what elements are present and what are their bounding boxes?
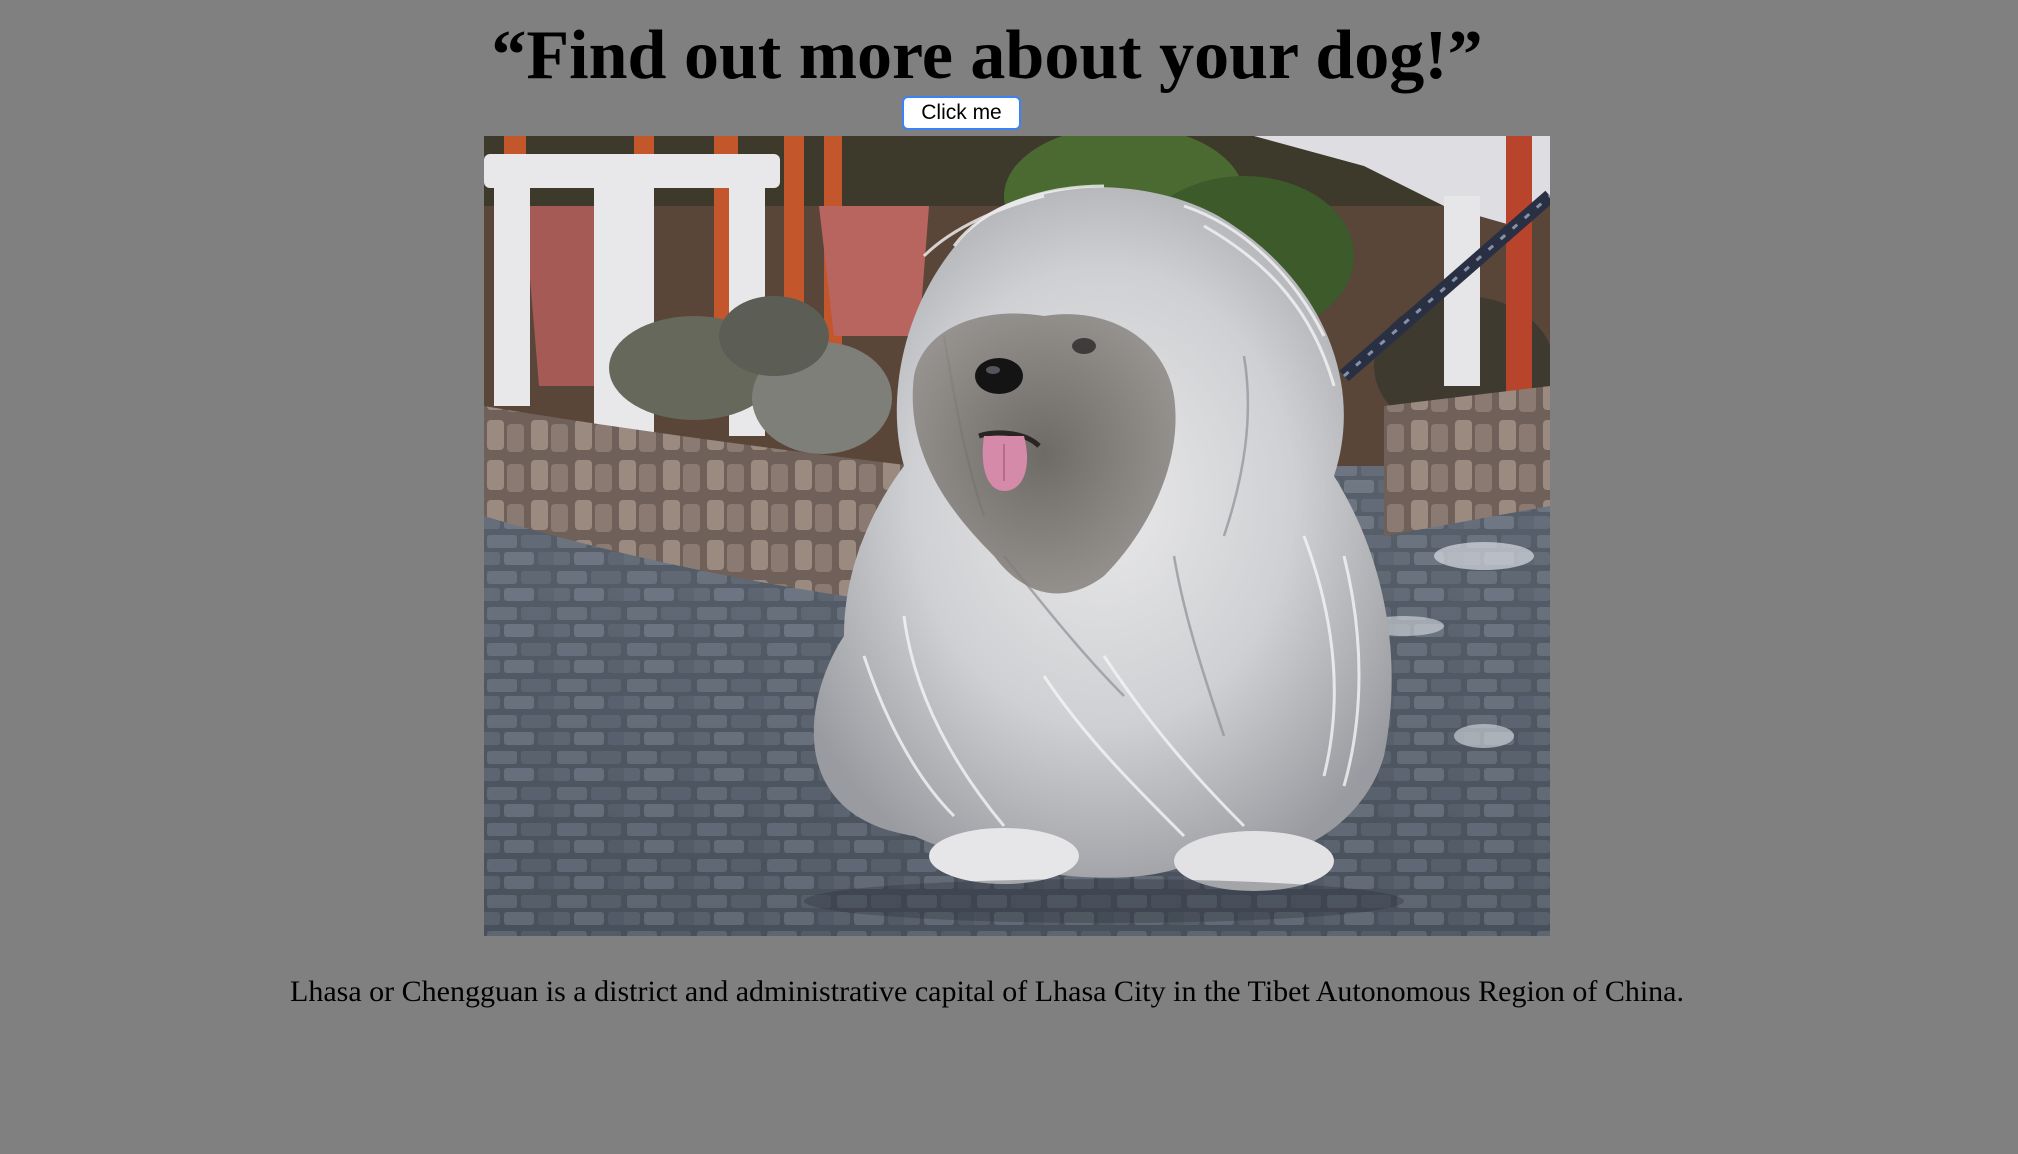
page-title: “Find out more about your dog!” (491, 17, 1483, 94)
dog-photo (484, 136, 1550, 936)
click-me-button[interactable]: Click me (902, 96, 1021, 130)
dog-description: Lhasa or Chengguan is a district and adm… (290, 975, 1684, 1008)
page: “Find out more about your dog!” Click me (0, 0, 2018, 1154)
